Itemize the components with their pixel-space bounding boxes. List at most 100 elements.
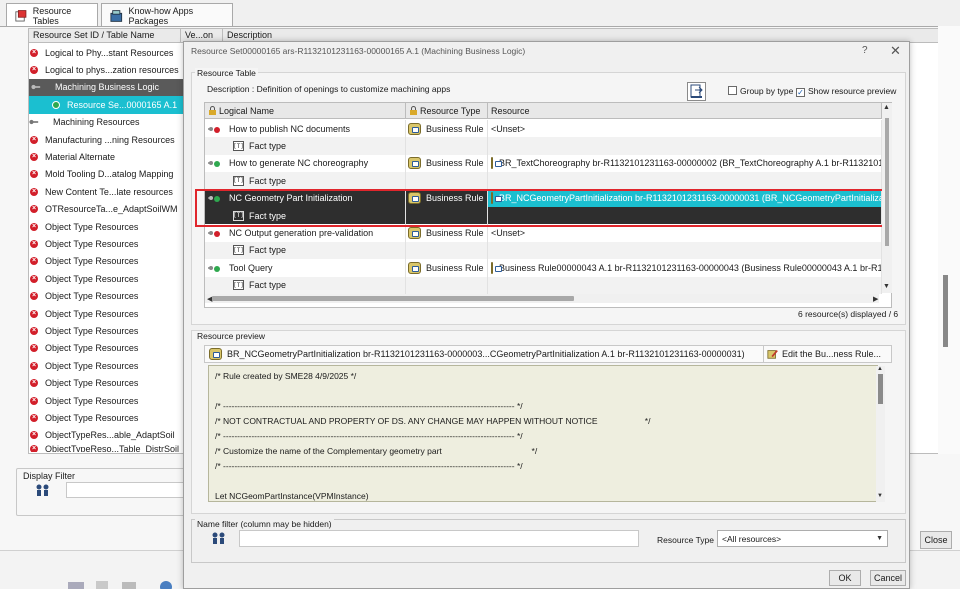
error-icon: ×	[30, 187, 38, 196]
cancel-button[interactable]: Cancel	[870, 570, 906, 586]
toolbar-icons[interactable]	[66, 579, 176, 589]
resource-type: Business Rule	[426, 123, 484, 134]
list-item[interactable]: × Logical to phys...zation resources	[29, 61, 189, 78]
table-row[interactable]: [T] Fact type	[205, 137, 882, 155]
error-icon: ×	[30, 135, 38, 144]
checkbox-unchecked[interactable]	[728, 86, 737, 95]
list-item[interactable]: × Object Type Resources	[29, 235, 189, 252]
error-icon: ×	[30, 239, 38, 248]
code-line: /* -------------------------------------…	[215, 431, 523, 441]
table-row[interactable]: How to generate NC choreography Business…	[205, 154, 882, 173]
ok-button[interactable]: OK	[829, 570, 861, 586]
background-scrollbar[interactable]	[938, 26, 960, 454]
background-scrollbar-thumb[interactable]	[943, 275, 948, 347]
list-item[interactable]: × Object Type Resources	[29, 322, 189, 339]
filter-icon[interactable]	[35, 483, 51, 497]
error-icon: ×	[30, 292, 38, 301]
help-icon[interactable]: ?	[862, 45, 868, 56]
display-filter-label: Display Filter	[21, 471, 78, 481]
list-item-label: Object Type Resources	[45, 378, 139, 389]
code-line: /* -------------------------------------…	[215, 461, 523, 471]
list-item[interactable]: × Manufacturing ...ning Resources	[29, 131, 189, 148]
checkbox-label: Show resource preview	[808, 86, 897, 96]
list-item[interactable]: × Object Type Resources	[29, 409, 189, 426]
list-item-selected-parent[interactable]: Machining Business Logic	[29, 78, 189, 97]
list-item[interactable]: Machining Resources	[29, 114, 189, 131]
error-icon: ×	[30, 396, 38, 405]
code-scrollbar-thumb[interactable]	[878, 374, 883, 404]
error-icon: ×	[30, 344, 38, 353]
list-item[interactable]: × New Content Te...late resources	[29, 183, 189, 200]
error-icon: ×	[30, 48, 38, 57]
list-item[interactable]: × Object Type Resources	[29, 218, 189, 235]
list-item[interactable]: × Logical to Phy...stant Resources	[29, 44, 189, 61]
list-item[interactable]: × Object Type Resources	[29, 374, 189, 391]
column-header-resource[interactable]: Resource	[488, 103, 882, 119]
list-item-label: Object Type Resources	[45, 343, 139, 354]
error-icon: ×	[30, 153, 38, 162]
close-icon[interactable]: ✕	[890, 43, 901, 59]
list-item[interactable]: × Object Type Resources	[29, 305, 189, 322]
name-filter-input[interactable]	[239, 530, 639, 547]
table-row[interactable]: [T] Fact type	[205, 172, 882, 190]
close-button[interactable]: Close	[920, 531, 952, 549]
table-row[interactable]: Tool Query Business Rule Business Rule00…	[205, 259, 882, 277]
show-preview-checkbox[interactable]: ✓ Show resource preview	[796, 86, 896, 97]
filter-icon[interactable]	[211, 531, 227, 545]
fact-type-icon: [T]	[233, 245, 244, 256]
list-item[interactable]: × Object Type Resources	[29, 340, 189, 357]
scroll-right-icon[interactable]: ▶	[873, 295, 878, 303]
export-icon[interactable]	[687, 82, 706, 101]
vertical-scrollbar-thumb[interactable]	[885, 118, 889, 246]
tab-label: Resource Tables	[32, 5, 72, 26]
business-rule-icon	[491, 261, 502, 274]
list-item-label: Logical to Phy...stant Resources	[45, 47, 174, 58]
resource-set-list: × Logical to Phy...stant Resources × Logic…	[29, 44, 189, 452]
fact-type-icon: [T]	[233, 175, 244, 186]
column-header-logical-name[interactable]: Logical Name	[205, 103, 406, 119]
checkbox-checked[interactable]: ✓	[796, 88, 805, 97]
tab-know-how-apps[interactable]: Know-how Apps Packages	[101, 3, 233, 27]
unset-resource-icon	[208, 231, 220, 238]
error-icon: ×	[30, 205, 38, 214]
resource-type-select[interactable]: <All resources> ▼	[717, 530, 888, 547]
resource-type: Business Rule	[426, 158, 484, 169]
list-item[interactable]: × Object Type Resources	[29, 392, 189, 409]
scroll-down-icon[interactable]: ▼	[877, 493, 883, 499]
list-item[interactable]: × Object Type Resources	[29, 270, 189, 287]
scroll-up-icon[interactable]: ▲	[877, 366, 883, 372]
list-item[interactable]: × ObjectTypeReso...Table_DistrSoil	[29, 444, 189, 452]
column-header-label: Resource	[491, 105, 530, 116]
list-item[interactable]: × OTResourceTa...e_AdaptSoilWM	[29, 201, 189, 218]
list-item-label: Object Type Resources	[45, 273, 139, 284]
table-row[interactable]: [T] Fact type	[205, 241, 882, 260]
scroll-up-icon[interactable]: ▲	[883, 104, 890, 111]
set-resource-icon	[208, 265, 220, 272]
list-item[interactable]: × Object Type Resources	[29, 287, 189, 304]
lock-icon	[209, 106, 216, 115]
group-by-type-checkbox[interactable]: Group by type	[728, 86, 793, 96]
table-row[interactable]: [T] Fact type	[205, 276, 882, 294]
error-icon: ×	[30, 379, 38, 388]
column-header-id[interactable]: Resource Set ID / Table Name	[29, 29, 181, 43]
column-header-resource-type[interactable]: Resource Type	[406, 103, 488, 119]
resource-table-header: Logical Name Resource Type Resource	[205, 103, 882, 119]
horizontal-scrollbar-thumb[interactable]	[212, 296, 574, 301]
list-item[interactable]: × Object Type Resources	[29, 253, 189, 270]
table-row[interactable]: How to publish NC documents Business Rul…	[205, 120, 882, 138]
scroll-down-icon[interactable]: ▼	[883, 283, 890, 290]
list-item-selected[interactable]: Resource Se...0000165 A.1	[29, 96, 184, 114]
error-icon: ×	[30, 431, 38, 440]
display-filter-input[interactable]	[66, 482, 186, 498]
list-item-label: ObjectTypeReso...Table_DistrSoil	[45, 443, 180, 452]
business-rule-icon	[491, 157, 502, 170]
list-item[interactable]: × Mold Tooling D...atalog Mapping	[29, 166, 189, 183]
list-item[interactable]: × Object Type Resources	[29, 357, 189, 374]
tree-node-icon	[31, 85, 41, 90]
list-item[interactable]: × ObjectTypeRes...able_AdaptSoil	[29, 427, 189, 444]
tab-resource-tables[interactable]: Resource Tables	[6, 3, 98, 27]
edit-business-rule-button[interactable]: Edit the Bu...ness Rule...	[763, 346, 881, 362]
error-icon: ×	[30, 66, 38, 75]
error-icon: ×	[30, 326, 38, 335]
list-item[interactable]: × Material Alternate	[29, 148, 189, 165]
